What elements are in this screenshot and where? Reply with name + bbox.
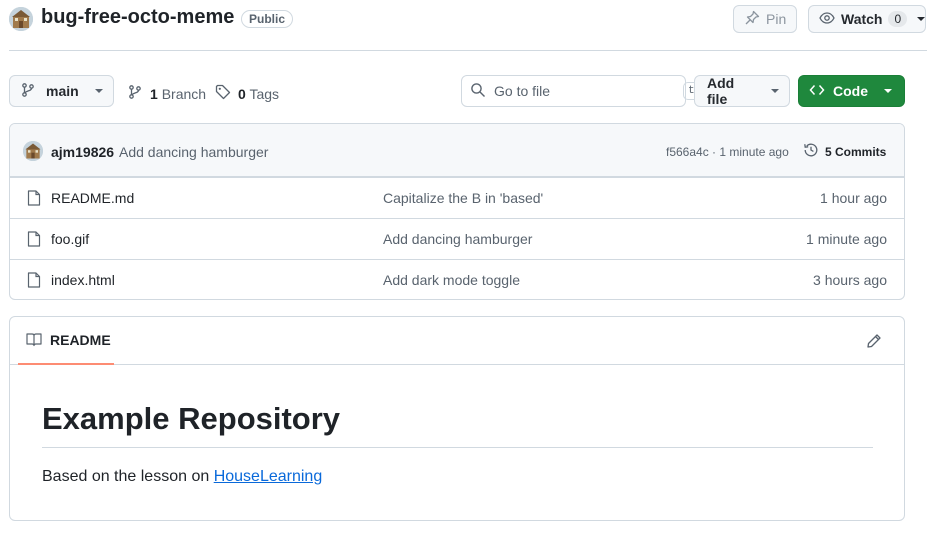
file-commit-message[interactable]: Add dancing hamburger (383, 231, 532, 247)
readme-paragraph: Based on the lesson on HouseLearning (42, 468, 322, 486)
code-button[interactable]: Code (798, 75, 905, 107)
chevron-down-icon (771, 89, 779, 93)
branches-link[interactable]: 1 Branch (127, 84, 206, 103)
file-row[interactable]: foo.gif Add dancing hamburger 1 minute a… (10, 218, 904, 259)
history-icon (803, 142, 819, 161)
repo-name[interactable]: bug-free-octo-meme (41, 6, 234, 29)
book-icon (26, 331, 42, 350)
file-name[interactable]: foo.gif (51, 231, 89, 247)
branch-name: main (46, 83, 79, 99)
branch-label: Branch (161, 85, 207, 102)
go-to-file-search[interactable]: t (461, 75, 700, 107)
branch-selector-button[interactable]: main (9, 75, 114, 107)
file-commit-time: 1 hour ago (820, 190, 887, 206)
file-commit-message[interactable]: Capitalize the B in 'based' (383, 190, 543, 206)
edit-pencil-icon[interactable] (866, 333, 882, 352)
chevron-down-icon (884, 89, 892, 93)
code-icon (809, 82, 825, 101)
file-commit-message[interactable]: Add dark mode toggle (383, 272, 520, 288)
add-file-button[interactable]: Add file (694, 75, 790, 107)
file-icon (27, 272, 41, 291)
tag-count: 0 (238, 85, 246, 102)
readme-text: Based on the lesson on (42, 468, 214, 485)
file-icon (27, 231, 41, 250)
code-label: Code (833, 83, 868, 99)
readme-heading: Example Repository (42, 401, 341, 436)
watch-button[interactable]: Watch 0 (808, 5, 926, 33)
file-browser: ajm19826 Add dancing hamburger f566a4c ·… (9, 123, 905, 300)
watch-count: 0 (888, 11, 908, 27)
commit-author-avatar[interactable] (23, 141, 43, 161)
visibility-badge: Public (241, 10, 294, 28)
branch-count: 1 (150, 85, 158, 102)
file-name[interactable]: index.html (51, 272, 115, 288)
readme-panel: README Example Repository Based on the l… (9, 316, 905, 521)
readme-tab-label: README (50, 332, 111, 348)
search-input[interactable] (494, 83, 675, 99)
tag-label: Tags (249, 85, 280, 102)
pin-label: Pin (766, 11, 787, 27)
commits-count-label: 5 Commits (825, 144, 887, 159)
latest-commit-bar: ajm19826 Add dancing hamburger f566a4c ·… (10, 124, 904, 177)
file-commit-time: 3 hours ago (813, 272, 887, 288)
git-branch-icon (127, 84, 143, 103)
pin-icon (744, 10, 760, 29)
file-name[interactable]: README.md (51, 190, 134, 206)
repo-owner-avatar[interactable] (9, 7, 33, 31)
readme-tabbar: README (10, 317, 904, 365)
file-row[interactable]: README.md Capitalize the B in 'based' 1 … (10, 177, 904, 218)
tags-link[interactable]: 0 Tags (215, 84, 279, 103)
tag-icon (215, 84, 231, 103)
commit-hash-time[interactable]: f566a4c · 1 minute ago (666, 145, 789, 159)
git-branch-icon (20, 82, 36, 101)
commit-message[interactable]: Add dancing hamburger (119, 144, 268, 160)
search-icon (470, 82, 486, 101)
commit-author[interactable]: ajm19826 (51, 144, 114, 160)
heading-divider (42, 447, 873, 448)
chevron-down-icon (917, 17, 926, 21)
watch-label: Watch (841, 11, 883, 27)
pin-button[interactable]: Pin (733, 5, 798, 33)
file-row[interactable]: index.html Add dark mode toggle 3 hours … (10, 259, 904, 299)
eye-icon (819, 10, 835, 29)
header-divider (9, 50, 927, 51)
add-file-label: Add file (707, 75, 735, 107)
houselearning-link[interactable]: HouseLearning (214, 468, 323, 485)
commits-history-link[interactable]: 5 Commits (803, 142, 886, 161)
tab-readme[interactable]: README (18, 317, 114, 365)
file-icon (27, 190, 41, 209)
file-commit-time: 1 minute ago (806, 231, 887, 247)
chevron-down-icon (94, 89, 103, 93)
